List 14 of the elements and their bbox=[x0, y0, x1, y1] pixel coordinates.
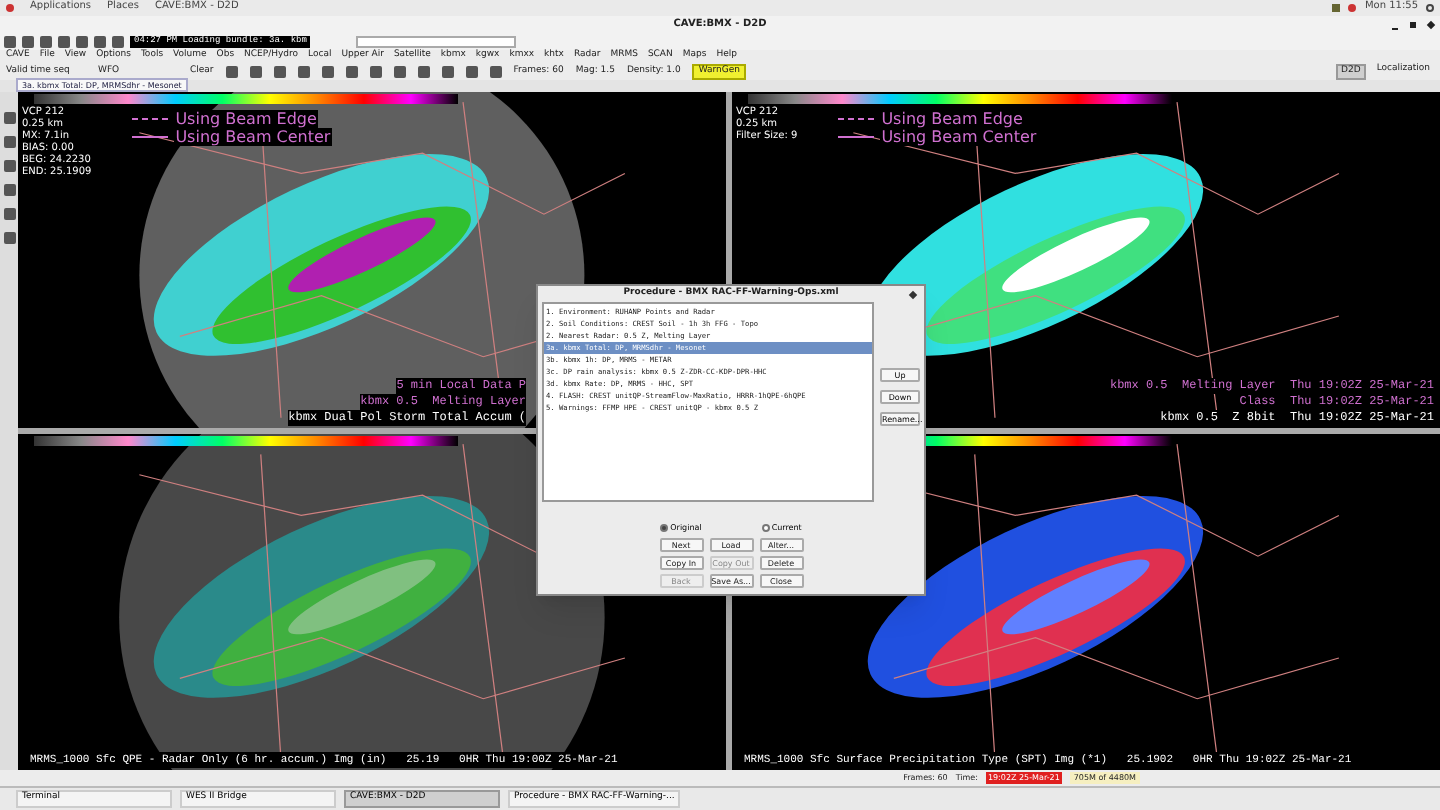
legend-line bbox=[131, 136, 168, 138]
legend-line bbox=[837, 118, 874, 120]
apps-icon bbox=[6, 4, 14, 12]
maximize-icon[interactable] bbox=[1410, 21, 1416, 27]
legend-label: Using Beam Center bbox=[879, 128, 1039, 146]
radio-button[interactable] bbox=[660, 524, 669, 532]
legend-label: Using Beam Center bbox=[173, 128, 333, 146]
legend-label: Using Beam Edge bbox=[173, 110, 319, 128]
legend-label: Using Beam Edge bbox=[879, 110, 1025, 128]
radio-button[interactable] bbox=[761, 524, 770, 532]
legend-line bbox=[131, 118, 168, 120]
command-field[interactable] bbox=[356, 36, 517, 48]
legend-line bbox=[837, 136, 874, 138]
power-icon[interactable] bbox=[1426, 4, 1434, 12]
